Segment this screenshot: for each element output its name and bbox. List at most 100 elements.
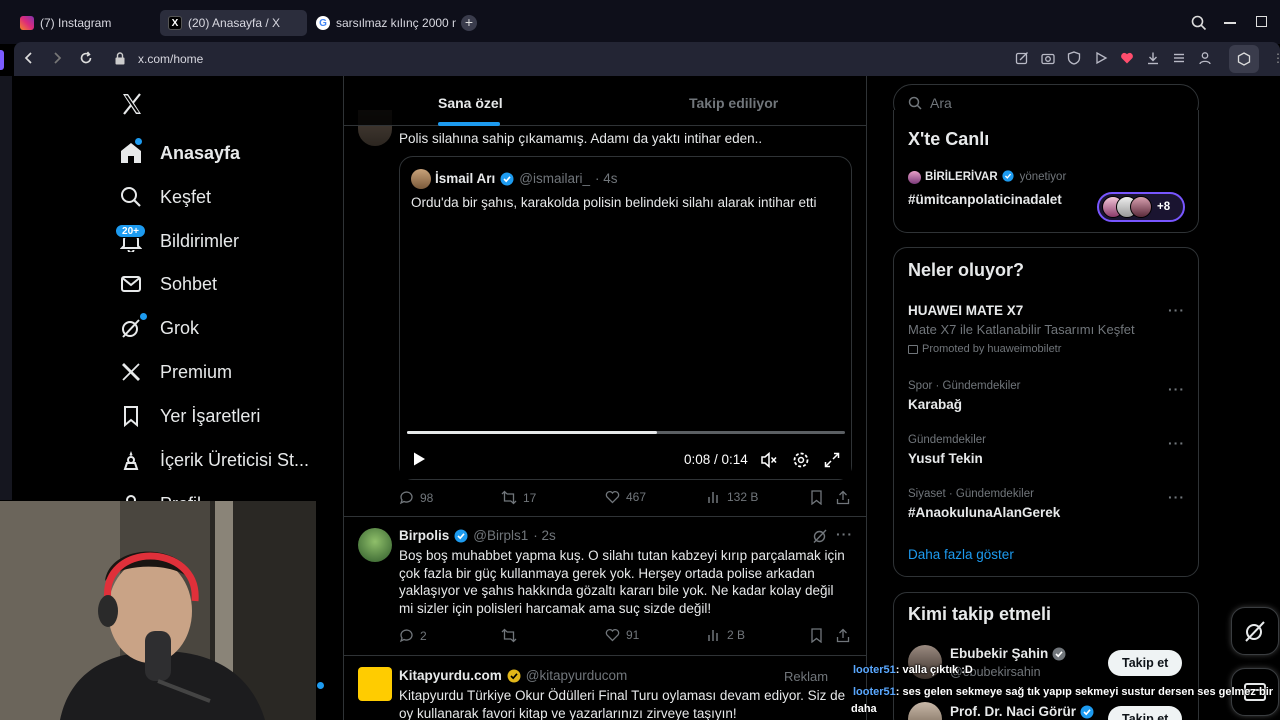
bookmark-icon[interactable] xyxy=(810,628,823,643)
tab-search-icon[interactable] xyxy=(1191,15,1207,31)
camera-icon[interactable] xyxy=(1041,51,1057,67)
play-icon[interactable] xyxy=(1094,51,1110,67)
promoted-icon xyxy=(908,344,918,354)
x-logo-icon xyxy=(118,359,144,385)
overflow-icon[interactable]: ⋮ xyxy=(1272,51,1280,65)
forward-icon[interactable] xyxy=(50,51,64,65)
trend-meta: Siyaset · Gündemdekiler xyxy=(908,488,1034,500)
x-logo-icon[interactable] xyxy=(120,92,144,116)
follow-button[interactable]: Takip et xyxy=(1108,650,1183,676)
share-icon[interactable] xyxy=(836,628,850,643)
edit-icon[interactable] xyxy=(1015,51,1031,67)
heart-icon[interactable] xyxy=(1120,51,1134,65)
trend-meta: Gündemdekiler xyxy=(908,434,986,446)
like-button[interactable]: 91 xyxy=(605,628,639,642)
more-options-icon[interactable]: ··· xyxy=(836,526,853,542)
more-options-icon[interactable]: ··· xyxy=(1168,435,1185,451)
author-name[interactable]: İsmail Arı xyxy=(435,171,495,186)
new-tab-button[interactable]: + xyxy=(461,15,477,31)
nav-bookmarks[interactable]: Yer İşaretleri xyxy=(118,400,260,432)
avatar xyxy=(1130,196,1152,218)
tab-x-home[interactable]: X (20) Anasayfa / X xyxy=(160,10,307,36)
shield-icon[interactable] xyxy=(1067,51,1083,67)
trend-name[interactable]: Karabağ xyxy=(908,397,962,412)
avatar xyxy=(908,170,921,184)
nav-creator-studio[interactable]: İçerik Üreticisi St... xyxy=(118,444,309,476)
status-dot xyxy=(317,682,324,689)
avatar[interactable] xyxy=(358,528,392,562)
trend-name[interactable]: Yusuf Tekin xyxy=(908,451,983,466)
trends-title: Neler oluyor? xyxy=(908,260,1025,280)
views-button[interactable]: 132 B xyxy=(707,490,758,504)
bookmark-icon[interactable] xyxy=(810,490,823,505)
video-player[interactable] xyxy=(400,218,851,479)
minimize-icon[interactable] xyxy=(1224,22,1236,24)
avatar[interactable] xyxy=(358,667,392,701)
author-handle[interactable]: @Birpls1 xyxy=(473,528,528,543)
profile-toolbar-icon[interactable] xyxy=(1198,51,1214,67)
post-time: · 2s xyxy=(533,528,556,543)
creator-icon xyxy=(118,447,144,473)
more-options-icon[interactable]: ··· xyxy=(1168,381,1185,397)
settings-gear-icon[interactable] xyxy=(792,451,810,469)
lock-icon[interactable] xyxy=(114,52,126,65)
reply-icon xyxy=(399,629,413,643)
tab-google-search[interactable]: G sarsılmaz kılınç 2000 meg xyxy=(308,10,456,36)
reply-icon xyxy=(399,491,413,505)
grok-icon[interactable] xyxy=(812,528,828,544)
author-name[interactable]: Kitapyurdu.com xyxy=(399,668,502,683)
post-text: Kitapyurdu Türkiye Okur Ödülleri Final T… xyxy=(399,688,846,720)
mail-icon xyxy=(118,271,144,297)
restore-window-icon[interactable] xyxy=(1256,16,1267,27)
promoted-label: Promoted by huaweimobiletr xyxy=(908,343,1061,355)
mute-icon[interactable] xyxy=(760,451,778,469)
like-button[interactable]: 467 xyxy=(605,490,646,504)
follow-button[interactable]: Takip et xyxy=(1108,706,1183,720)
repost-button[interactable] xyxy=(501,628,523,643)
trend-description: Mate X7 ile Katlanabilir Tasarımı Keşfet xyxy=(908,322,1135,337)
author-handle[interactable]: @kitapyurducom xyxy=(526,668,628,683)
tab-for-you[interactable]: Sana özel xyxy=(438,95,503,111)
more-options-icon[interactable]: ··· xyxy=(1168,489,1185,505)
video-progress-track[interactable] xyxy=(407,431,845,434)
menu-lines-icon[interactable] xyxy=(1172,51,1188,67)
show-more-link[interactable]: Daha fazla göster xyxy=(908,547,1014,562)
author-name[interactable]: Birpolis xyxy=(399,528,449,543)
nav-messages[interactable]: Sohbet xyxy=(118,268,217,300)
nav-grok[interactable]: Grok xyxy=(118,312,199,344)
trend-name[interactable]: #AnaokulunaAlanGerek xyxy=(908,505,1060,520)
views-button[interactable]: 2 B xyxy=(707,628,745,642)
follow-user-name[interactable]: Ebubekir Şahin xyxy=(950,646,1066,661)
trend-name[interactable]: HUAWEI MATE X7 xyxy=(908,303,1023,318)
author-handle[interactable]: @ismailari_ xyxy=(519,171,590,186)
live-hashtag[interactable]: #ümitcanpolaticinadalet xyxy=(908,192,1062,207)
play-icon[interactable] xyxy=(411,451,427,467)
tab-following[interactable]: Takip ediliyor xyxy=(689,95,778,111)
live-card-title: X'te Canlı xyxy=(908,129,990,149)
back-icon[interactable] xyxy=(22,51,36,65)
heart-icon xyxy=(605,628,620,642)
avatar[interactable] xyxy=(411,169,431,189)
reload-icon[interactable] xyxy=(79,51,93,65)
follow-user-name[interactable]: Prof. Dr. Naci Görür xyxy=(950,704,1094,719)
active-tab-indicator xyxy=(438,122,500,126)
reply-button[interactable]: 2 xyxy=(399,628,427,643)
fullscreen-icon[interactable] xyxy=(823,451,841,469)
tab-instagram[interactable]: (7) Instagram xyxy=(12,10,152,36)
search-icon xyxy=(908,96,922,110)
more-options-icon[interactable]: ··· xyxy=(1168,302,1185,318)
post-divider xyxy=(344,655,866,656)
share-icon[interactable] xyxy=(836,490,850,505)
host-name[interactable]: BİRİLERİVAR xyxy=(925,171,998,183)
nav-explore[interactable]: Keşfet xyxy=(118,181,211,213)
extension-box-button[interactable] xyxy=(1229,45,1259,73)
nav-premium[interactable]: Premium xyxy=(118,356,232,388)
sidebar-accent xyxy=(0,50,4,70)
repost-button[interactable]: 17 xyxy=(501,490,536,505)
grok-floating-button[interactable] xyxy=(1231,607,1279,655)
grok-icon xyxy=(1245,621,1265,642)
address-bar[interactable]: x.com/home xyxy=(138,52,203,66)
reply-button[interactable]: 98 xyxy=(399,490,433,505)
live-listeners-button[interactable]: +8 xyxy=(1097,192,1185,222)
download-icon[interactable] xyxy=(1146,51,1162,67)
